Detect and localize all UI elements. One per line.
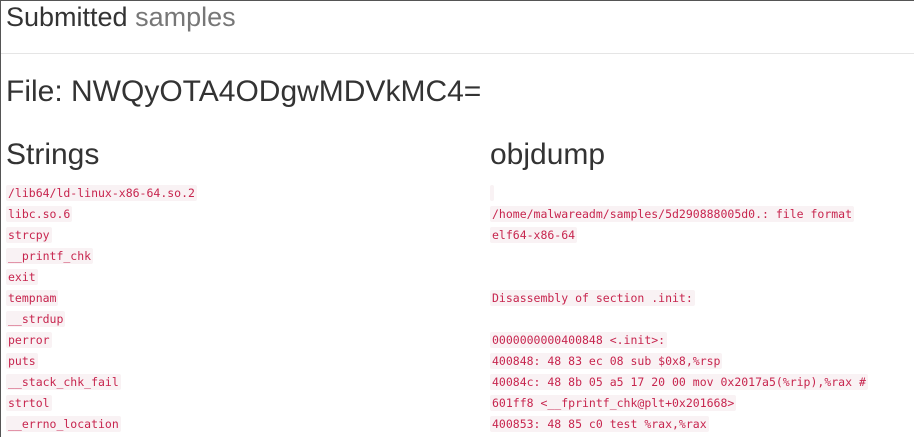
objdump-text: /home/malwareadm/samples/5d290888005d0.:… [490,206,855,222]
strings-list: /lib64/ld-linux-x86-64.so.2 libc.so.6 st… [6,182,197,434]
strings-item: __stack_chk_fail [6,371,197,392]
objdump-line: /home/malwareadm/samples/5d290888005d0.:… [490,203,868,224]
string-value: strcpy [6,227,52,243]
string-value: /lib64/ld-linux-x86-64.so.2 [6,185,197,201]
string-value: __printf_chk [6,248,94,264]
objdump-text [490,185,494,201]
objdump-line: Disassembly of section .init: [490,287,868,308]
string-value: __stack_chk_fail [6,374,121,390]
window-top-border [0,0,914,1]
string-value: puts [6,353,38,369]
objdump-text: 601ff8 <__fprintf_chk@plt+0x201668> [490,395,737,411]
objdump-text: 400853: 48 85 c0 test %rax,%rax [490,416,709,432]
objdump-line: 40084c: 48 8b 05 a5 17 20 00 mov 0x2017a… [490,371,868,392]
objdump-text: elf64-x86-64 [490,227,578,243]
objdump-text: Disassembly of section .init: [490,290,695,306]
strings-item: perror [6,329,197,350]
strings-item: exit [6,266,197,287]
objdump-text: 40084c: 48 8b 05 a5 17 20 00 mov 0x2017a… [490,374,868,390]
objdump-line [490,182,868,203]
strings-item: __errno_location [6,413,197,434]
strings-item: tempnam [6,287,197,308]
strings-item: puts [6,350,197,371]
strings-item: strcpy [6,224,197,245]
string-value: strtol [6,395,52,411]
string-value: exit [6,269,38,285]
page-title: Submitted samples [6,2,236,33]
header-divider [1,53,914,54]
objdump-line: 400853: 48 85 c0 test %rax,%rax [490,413,868,434]
objdump-text: 400848: 48 83 ec 08 sub $0x8,%rsp [490,353,723,369]
strings-heading: Strings [6,138,100,171]
objdump-line [490,245,868,266]
objdump-line: 400848: 48 83 ec 08 sub $0x8,%rsp [490,350,868,371]
page-title-sub: samples [135,2,236,32]
objdump-line: elf64-x86-64 [490,224,868,245]
objdump-line: 0000000000400848 <.init>: [490,329,868,350]
objdump-line [490,266,868,287]
string-value: __errno_location [6,416,121,432]
objdump-text: 0000000000400848 <.init>: [490,332,668,348]
strings-item: __printf_chk [6,245,197,266]
objdump-list: /home/malwareadm/samples/5d290888005d0.:… [490,182,868,434]
string-value: perror [6,332,52,348]
string-value: __strdup [6,311,66,327]
string-value: libc.so.6 [6,206,73,222]
window-left-border [0,0,1,437]
objdump-line: 601ff8 <__fprintf_chk@plt+0x201668> [490,392,868,413]
objdump-heading: objdump [490,138,606,171]
strings-item: __strdup [6,308,197,329]
strings-item: /lib64/ld-linux-x86-64.so.2 [6,182,197,203]
objdump-line [490,308,868,329]
strings-item: libc.so.6 [6,203,197,224]
file-heading: File: NWQyOTA4ODgwMDVkMC4= [6,75,482,108]
page-title-main: Submitted [6,2,128,32]
strings-item: strtol [6,392,197,413]
string-value: tempnam [6,290,59,306]
